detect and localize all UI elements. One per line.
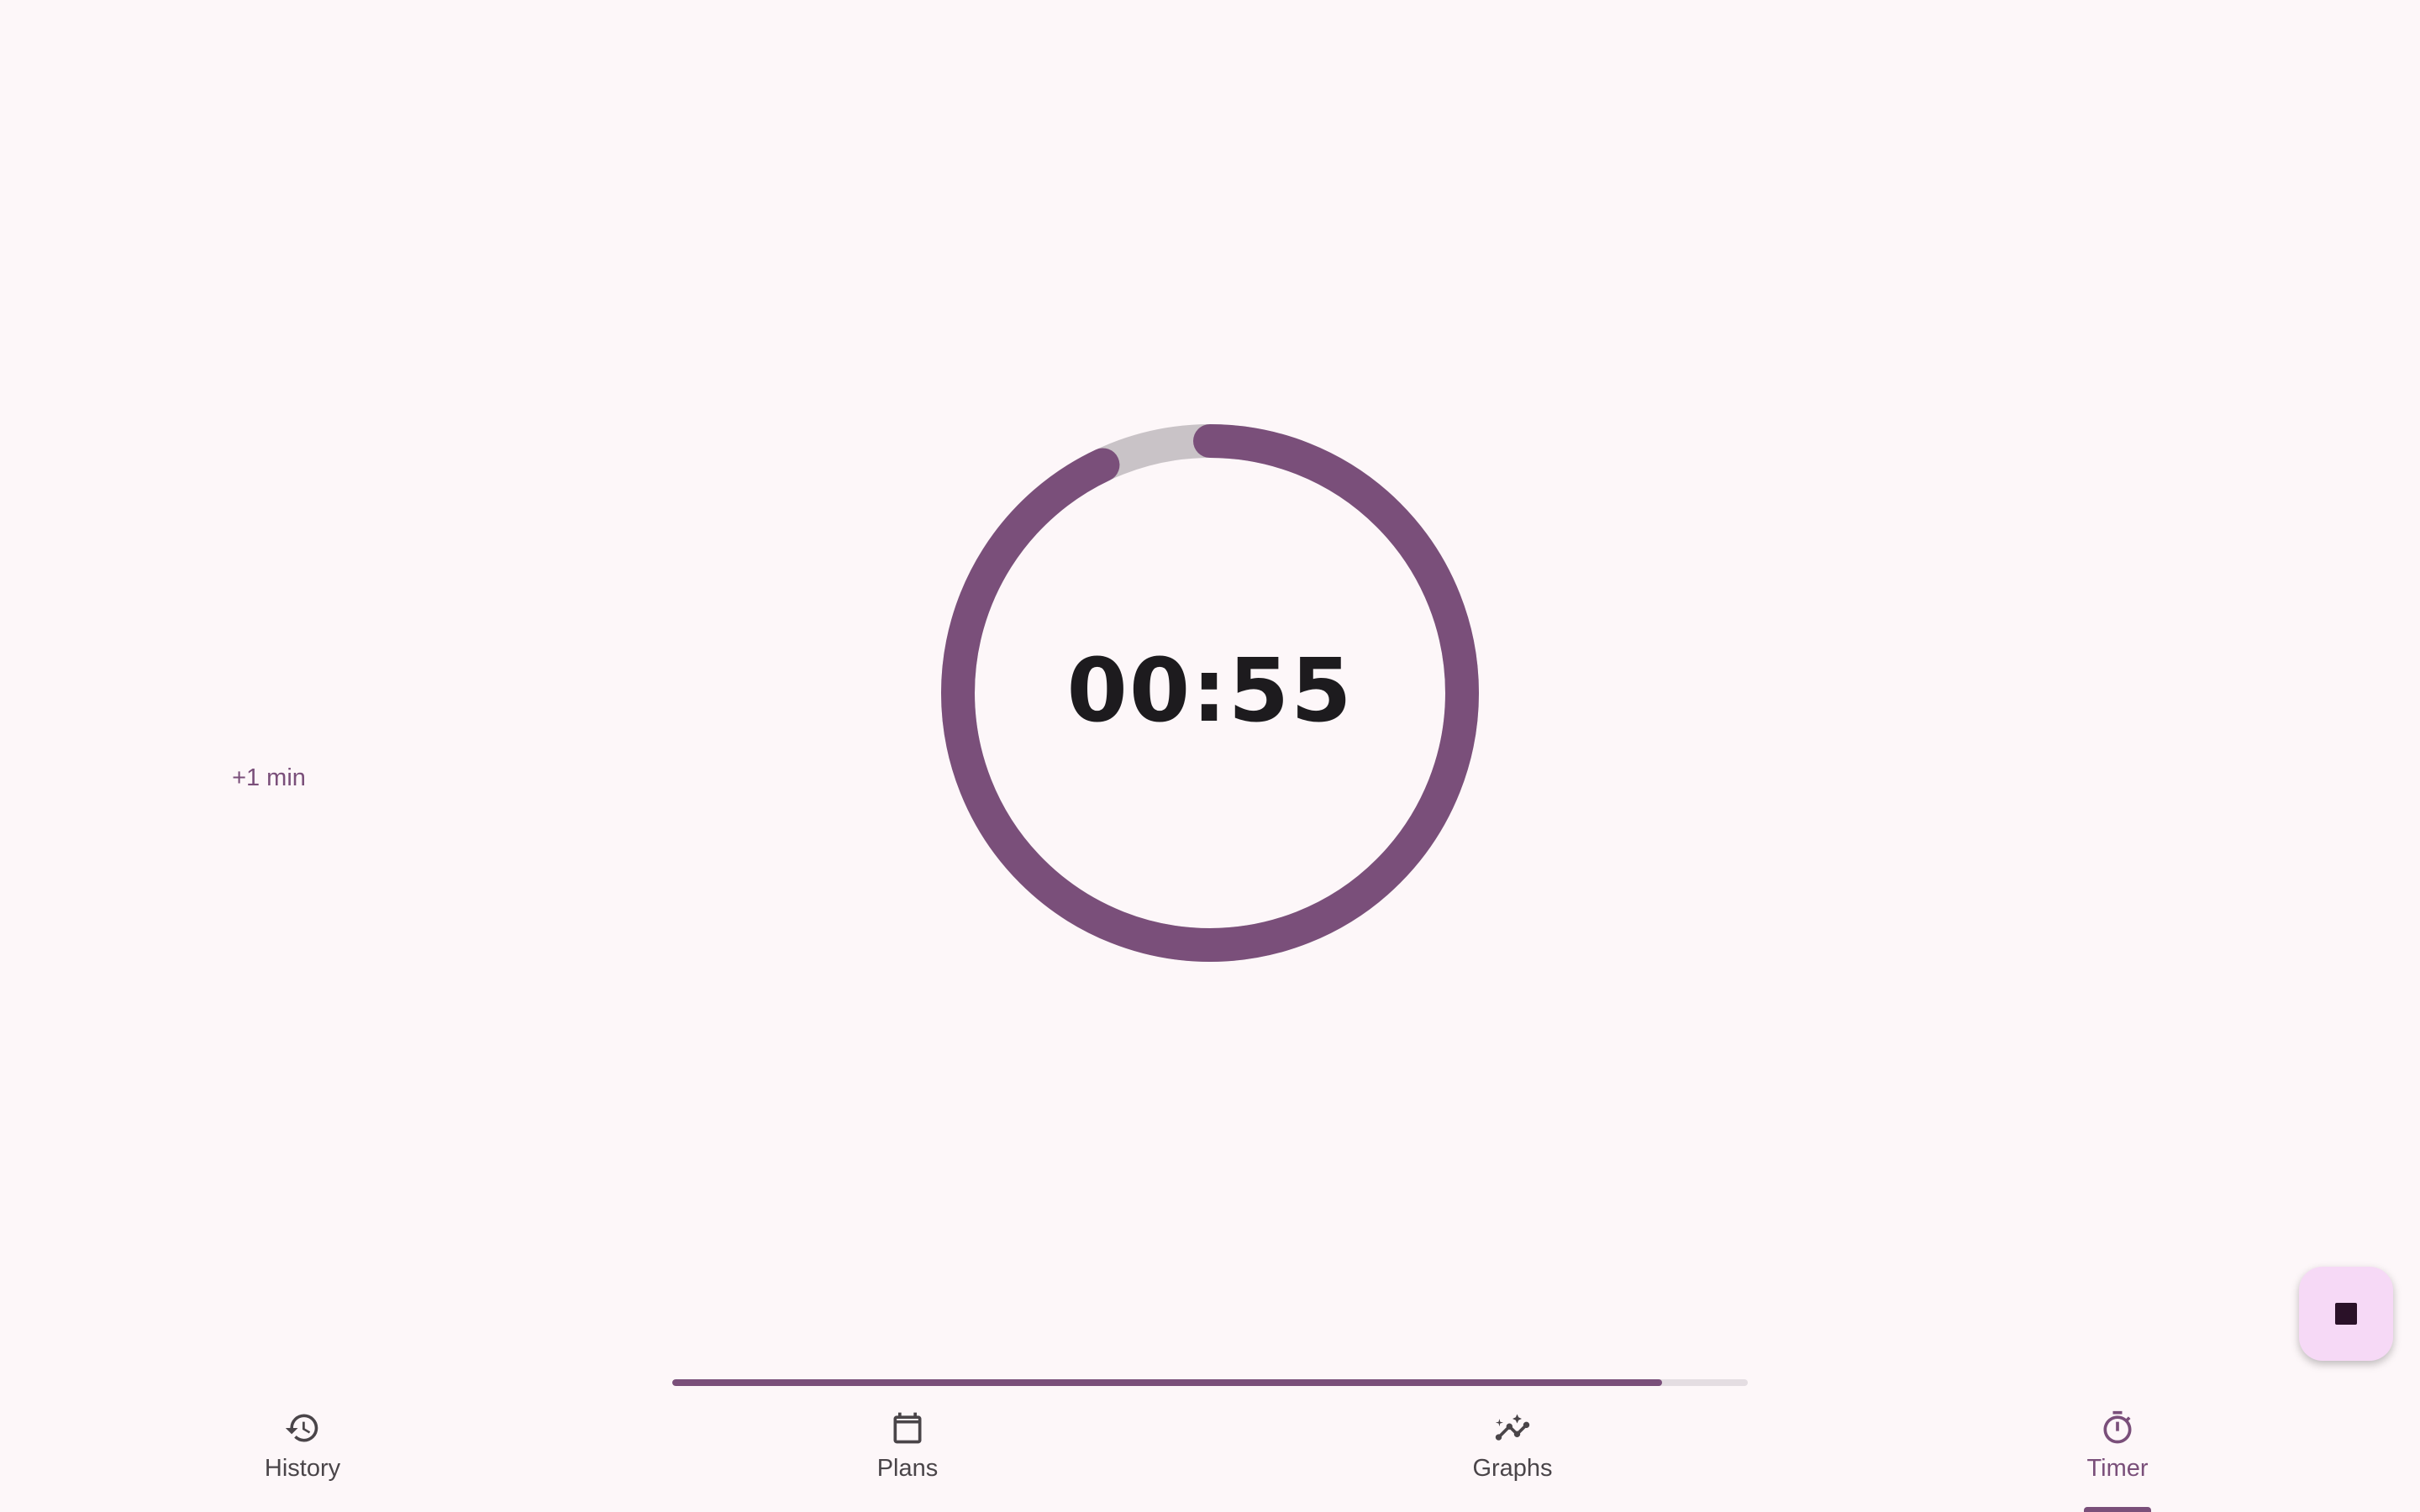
timer-display: 00:55 (1066, 639, 1354, 742)
nav-label-history: History (264, 1455, 341, 1482)
progress-bar-fill (672, 1379, 1662, 1386)
stop-icon (2335, 1303, 2357, 1325)
stop-button[interactable] (2299, 1267, 2393, 1361)
nav-item-timer[interactable]: Timer (2017, 1394, 2218, 1512)
timer-icon (2099, 1410, 2136, 1446)
nav-label-timer: Timer (2086, 1455, 2149, 1482)
nav-item-history[interactable]: History (202, 1394, 403, 1512)
progress-bar (672, 1379, 1748, 1386)
active-nav-indicator (2084, 1507, 2151, 1512)
add-minute-button[interactable]: +1 min (185, 761, 353, 795)
insights-icon (1494, 1410, 1531, 1446)
app-root: 00:55 +1 min History Plans Graphs Timer (0, 0, 2420, 1512)
nav-item-plans[interactable]: Plans (807, 1394, 1008, 1512)
calendar-icon (889, 1410, 926, 1446)
timer-ring: 00:55 (941, 424, 1479, 962)
bottom-navigation: History Plans Graphs Timer (0, 1394, 2420, 1512)
nav-label-plans: Plans (876, 1455, 939, 1482)
history-icon (284, 1410, 321, 1446)
nav-label-graphs: Graphs (1472, 1455, 1553, 1482)
nav-item-graphs[interactable]: Graphs (1412, 1394, 1613, 1512)
